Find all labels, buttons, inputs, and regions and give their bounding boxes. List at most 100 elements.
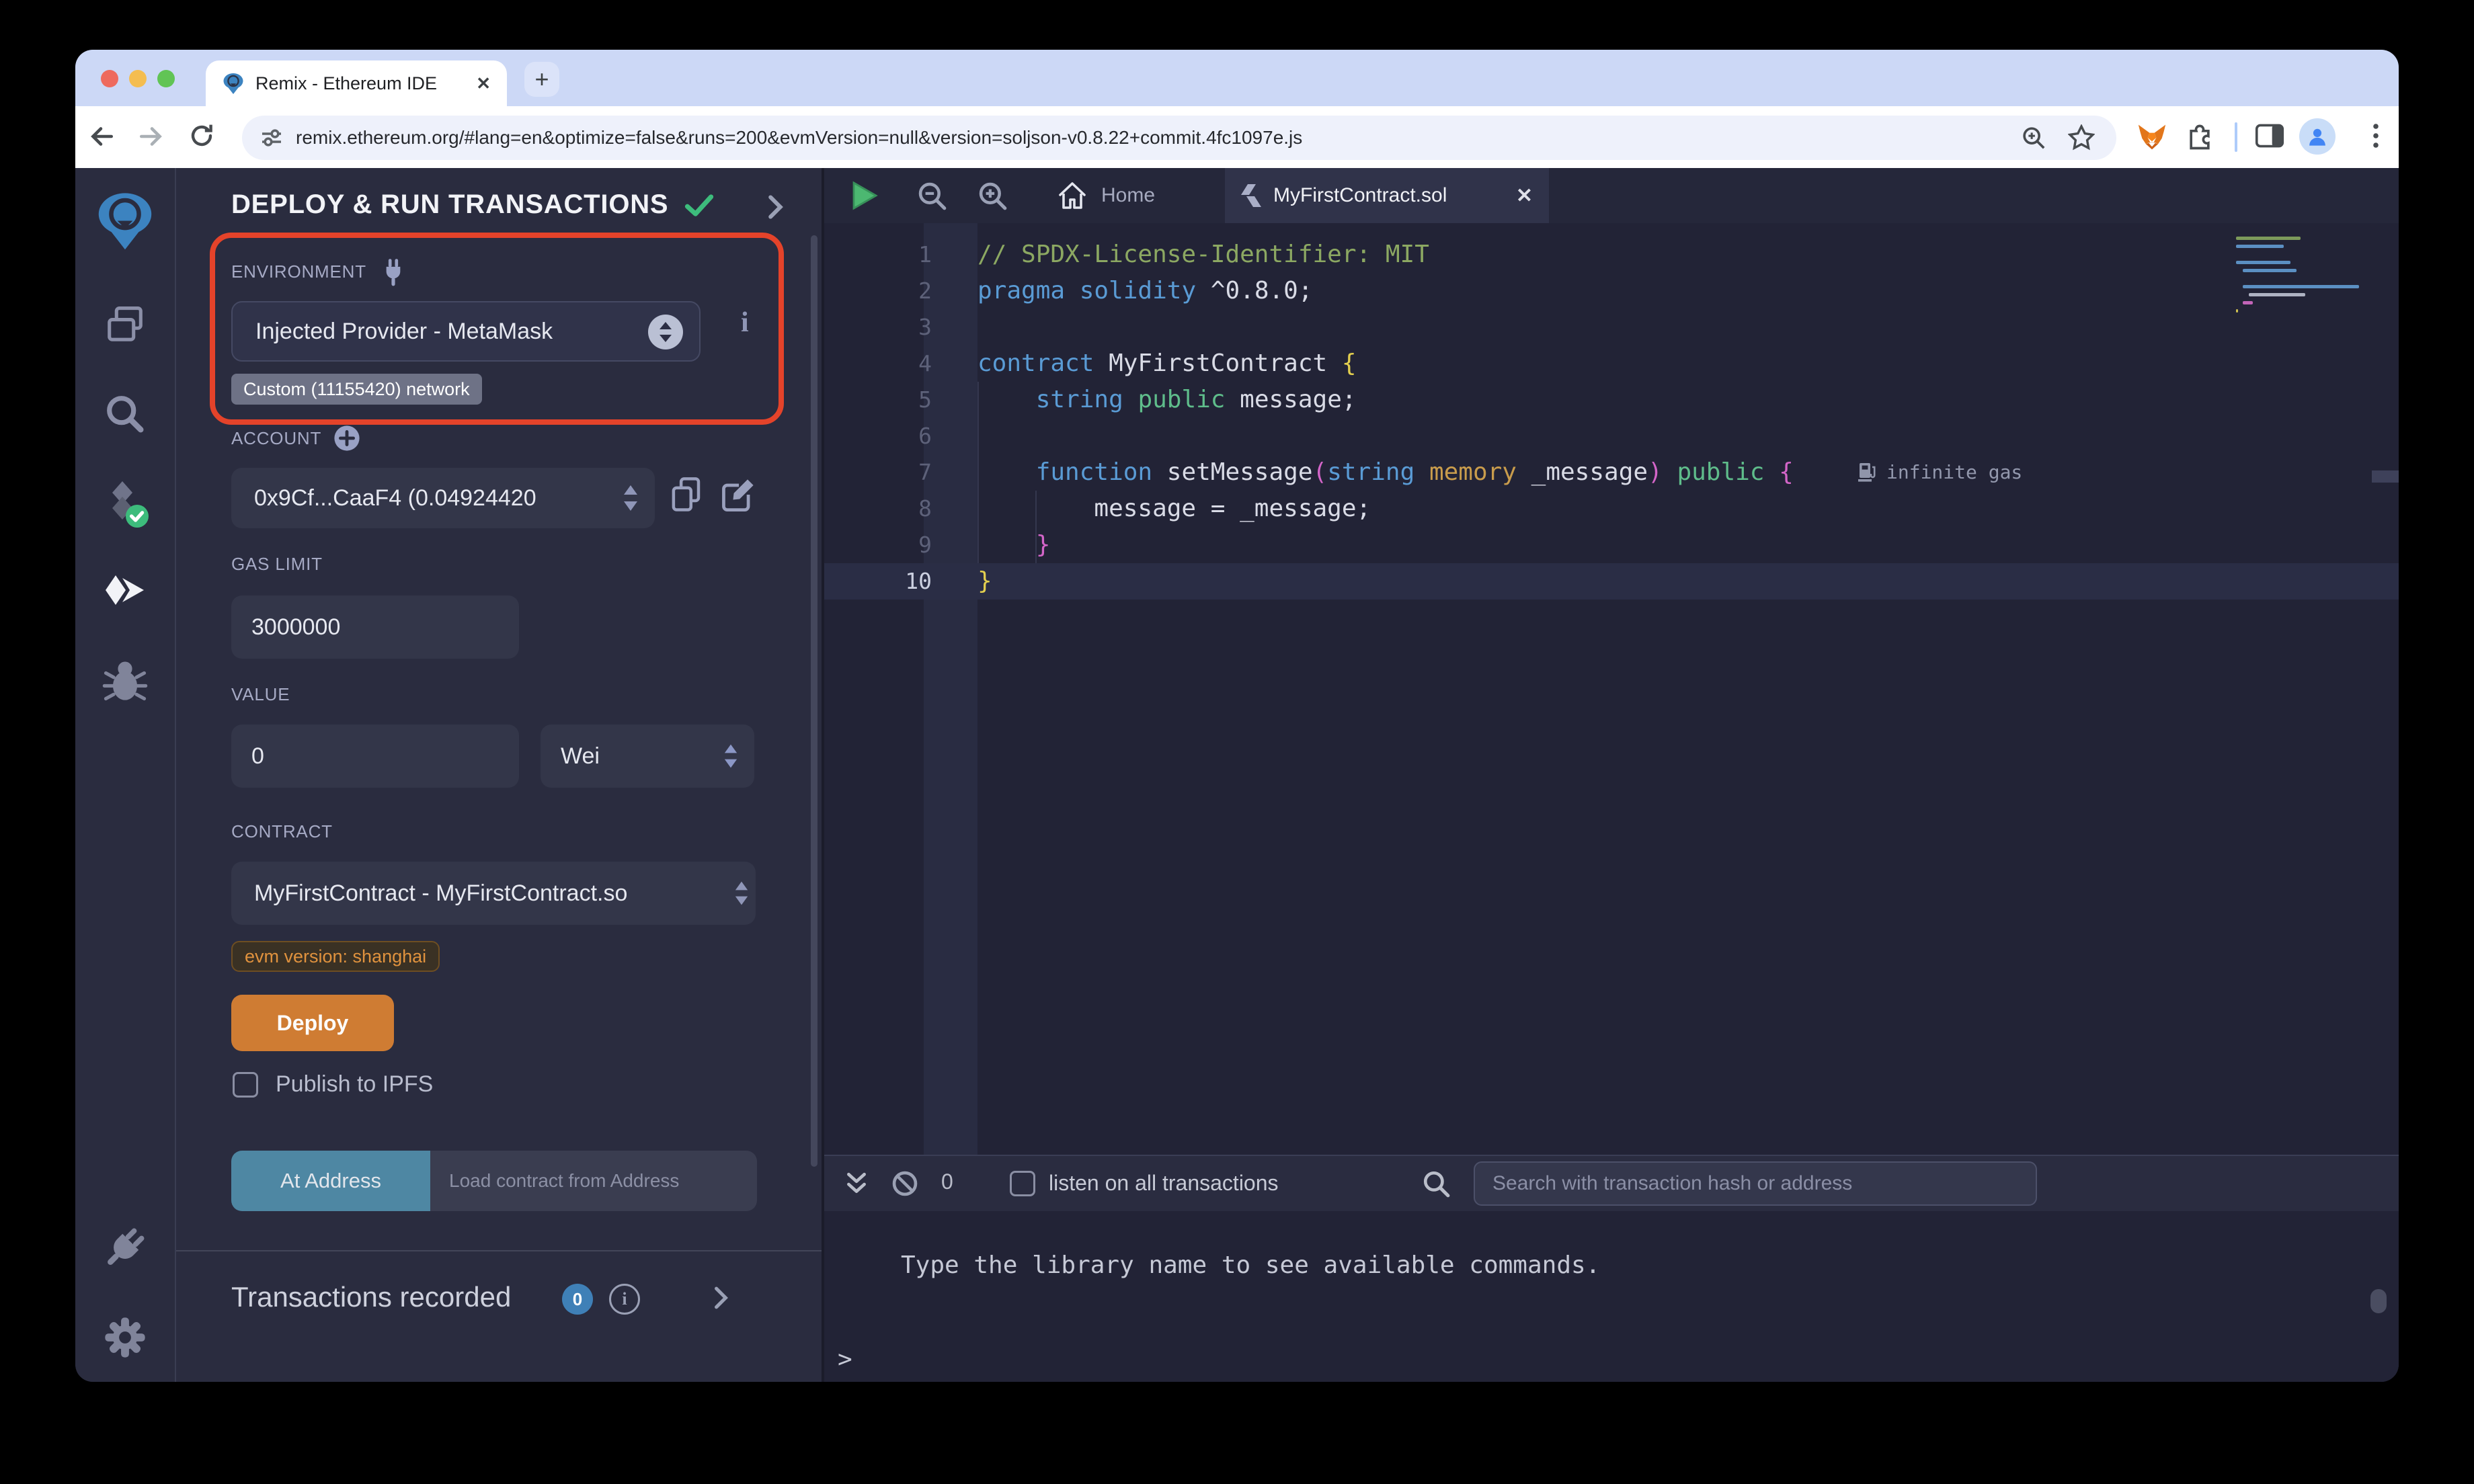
code-lines[interactable]: // SPDX-License-Identifier: MITpragma so… [977, 237, 2224, 600]
at-address-input[interactable] [430, 1151, 757, 1211]
at-address-button[interactable]: At Address [231, 1151, 430, 1211]
debugger-icon[interactable] [101, 656, 149, 710]
editor-scrollbar[interactable] [2372, 470, 2399, 483]
transactions-count-badge: 0 [562, 1284, 593, 1315]
deploy-and-run-icon[interactable] [99, 569, 151, 620]
listen-transactions-checkbox[interactable] [1010, 1171, 1035, 1196]
publish-ipfs-checkbox[interactable] [233, 1072, 258, 1098]
transactions-recorded-label: Transactions recorded [231, 1281, 511, 1313]
minimap[interactable] [2236, 237, 2364, 317]
contract-select-arrows-icon [734, 881, 749, 905]
transactions-expand-icon[interactable] [714, 1286, 729, 1309]
address-bar[interactable]: remix.ethereum.org/#lang=en&optimize=fal… [242, 116, 2116, 160]
environment-select[interactable]: Injected Provider - MetaMask [231, 301, 701, 362]
code-line-8[interactable]: message = _message; [977, 491, 2224, 527]
home-icon [1057, 181, 1088, 210]
browser-tab[interactable]: Remix - Ethereum IDE ✕ [206, 60, 507, 106]
close-window-button[interactable] [101, 70, 118, 87]
active-tab-label: MyFirstContract.sol [1273, 184, 1504, 207]
pending-tx-count: 0 [941, 1169, 953, 1194]
code-line-9[interactable]: } [977, 527, 2224, 563]
terminal-prompt: > [838, 1346, 852, 1373]
code-editor[interactable]: 12345678910 // SPDX-License-Identifier: … [824, 223, 2399, 1155]
infinite-gas-annotation: infinite gas [1858, 454, 2022, 491]
browser-tabstrip: Remix - Ethereum IDE ✕ + [75, 50, 2399, 106]
panel-title-row: DEPLOY & RUN TRANSACTIONS [231, 190, 714, 220]
run-script-icon[interactable] [847, 179, 879, 212]
zoom-out-icon[interactable] [916, 180, 947, 211]
new-tab-button[interactable]: + [524, 62, 559, 97]
zoom-in-icon[interactable] [977, 180, 1008, 211]
menu-dots-icon[interactable] [2364, 122, 2388, 149]
code-line-2[interactable]: pragma solidity ^0.8.0; [977, 273, 2224, 309]
settings-gear-icon[interactable] [101, 1313, 149, 1367]
file-explorer-icon[interactable] [101, 301, 149, 355]
terminal-toolbar: 0 listen on all transactions [824, 1155, 2399, 1211]
contract-value: MyFirstContract - MyFirstContract.so [254, 880, 627, 907]
terminal-search-input[interactable] [1474, 1161, 2037, 1206]
remix-logo-icon[interactable] [94, 190, 156, 257]
gas-limit-value: 3000000 [251, 614, 340, 641]
code-line-3[interactable] [977, 309, 2224, 345]
add-account-icon[interactable] [333, 425, 360, 452]
zoom-page-icon[interactable] [2021, 125, 2046, 151]
collapse-terminal-icon[interactable] [845, 1171, 868, 1196]
browser-window: Remix - Ethereum IDE ✕ + remix.ethereum.… [75, 50, 2399, 1382]
url-text: remix.ethereum.org/#lang=en&optimize=fal… [296, 127, 2007, 149]
activity-bar [75, 168, 176, 1382]
copy-address-icon[interactable] [668, 475, 705, 515]
reload-icon[interactable] [188, 122, 215, 149]
tab-home[interactable]: Home [1046, 168, 1166, 223]
environment-info-icon[interactable]: i [741, 306, 749, 339]
home-tab-label: Home [1101, 184, 1155, 207]
plugin-manager-icon[interactable] [101, 1223, 149, 1277]
minimize-window-button[interactable] [129, 70, 147, 87]
value-amount: 0 [251, 743, 264, 770]
back-icon[interactable] [87, 122, 116, 151]
terminal-message: Type the library name to see available c… [901, 1251, 1600, 1279]
clear-terminal-icon[interactable] [891, 1169, 919, 1198]
environment-value: Injected Provider - MetaMask [255, 319, 553, 345]
listen-transactions-label: listen on all transactions [1049, 1171, 1279, 1196]
tab-active-file[interactable]: MyFirstContract.sol ✕ [1225, 168, 1549, 223]
close-file-icon[interactable]: ✕ [1516, 184, 1533, 208]
maximize-window-button[interactable] [157, 70, 175, 87]
extensions-icon[interactable] [2185, 122, 2214, 152]
terminal-scrollbar[interactable] [2370, 1289, 2387, 1313]
value-input[interactable]: 0 [231, 725, 519, 788]
account-label-row: ACCOUNT [231, 425, 360, 452]
contract-select[interactable]: MyFirstContract - MyFirstContract.so [231, 862, 756, 925]
panel-expand-chevron-icon[interactable] [768, 195, 784, 219]
code-line-4[interactable]: contract MyFirstContract { [977, 345, 2224, 382]
edit-account-icon[interactable] [719, 475, 757, 515]
forward-icon[interactable] [137, 122, 165, 151]
gas-limit-input[interactable]: 3000000 [231, 595, 519, 659]
value-label: VALUE [231, 684, 290, 705]
remix-favicon-icon [222, 72, 245, 95]
bookmark-star-icon[interactable] [2068, 124, 2095, 151]
solidity-compiler-icon[interactable] [99, 479, 151, 535]
code-line-6[interactable] [977, 418, 2224, 454]
terminal-output[interactable]: Type the library name to see available c… [824, 1211, 2399, 1382]
search-icon[interactable] [101, 390, 149, 444]
account-select[interactable]: 0x9Cf...CaaF4 (0.04924420 [231, 468, 655, 528]
gas-pump-icon [1858, 462, 1877, 483]
deploy-button[interactable]: Deploy [231, 995, 394, 1051]
profile-avatar[interactable] [2299, 118, 2336, 155]
transactions-info-icon[interactable]: i [609, 1284, 640, 1315]
environment-spinner-icon[interactable] [647, 313, 684, 351]
panel-scrollbar[interactable] [811, 235, 817, 1167]
site-settings-icon[interactable] [261, 127, 282, 149]
code-line-1[interactable]: // SPDX-License-Identifier: MIT [977, 237, 2224, 273]
editor-tabbar: Home MyFirstContract.sol ✕ [824, 168, 2399, 223]
unit-select-arrows-icon [723, 744, 738, 768]
publish-ipfs-row: Publish to IPFS [233, 1071, 433, 1098]
terminal-search-icon [1422, 1169, 1450, 1198]
side-panel-icon[interactable] [2255, 122, 2284, 149]
metamask-icon[interactable] [2137, 122, 2167, 152]
code-line-5[interactable]: string public message; [977, 382, 2224, 418]
code-line-7[interactable]: function setMessage(string memory _messa… [977, 454, 2224, 491]
value-unit-select[interactable]: Wei [541, 725, 754, 788]
code-line-10[interactable]: } [977, 563, 2224, 600]
tab-close-icon[interactable]: ✕ [476, 73, 491, 94]
